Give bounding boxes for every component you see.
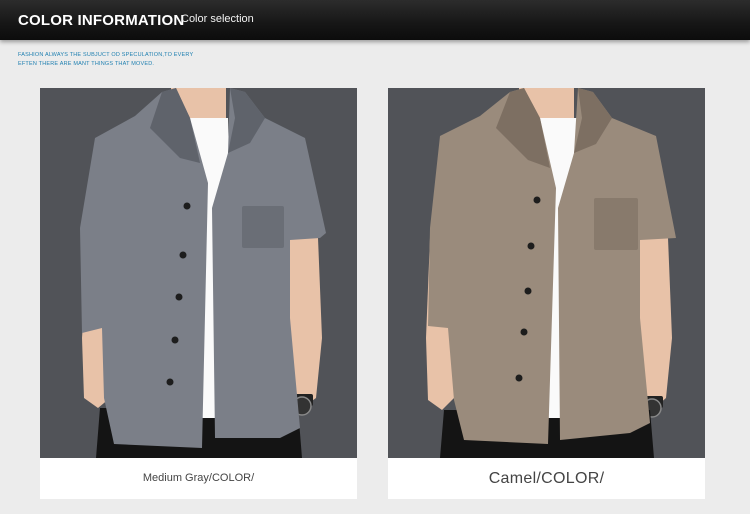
page-subtitle: Color selection (181, 13, 254, 25)
tagline: FASHION ALWAYS THE SUBJUCT OD SPECULATIO… (18, 51, 278, 69)
product-photo-camel[interactable] (388, 88, 705, 458)
product-card-medium-gray[interactable]: Medium Gray/COLOR/ (40, 88, 357, 499)
header-banner: COLOR INFORMATION Color selection (0, 0, 750, 40)
model-wearing-shirt-image (40, 88, 357, 458)
tagline-line-2: EFTEN THERE ARE MANT THINGS THAT MOVED. (18, 61, 155, 67)
product-card-camel[interactable]: Camel/COLOR/ (388, 88, 705, 499)
page-title: COLOR INFORMATION (18, 12, 185, 29)
product-caption-camel: Camel/COLOR/ (488, 470, 605, 487)
product-photo-medium-gray[interactable] (40, 88, 357, 458)
product-caption-medium-gray: Medium Gray/COLOR/ (142, 472, 255, 484)
tagline-line-1: FASHION ALWAYS THE SUBJUCT OD SPECULATIO… (18, 52, 194, 58)
model-wearing-shirt-image (388, 88, 705, 458)
